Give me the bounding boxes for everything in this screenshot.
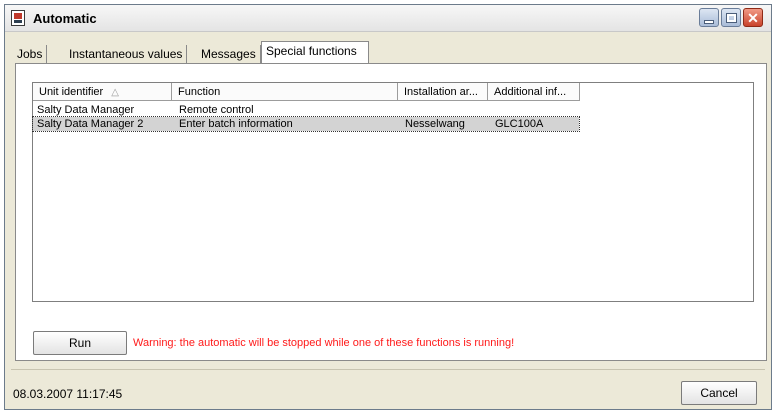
column-function[interactable]: Function	[172, 83, 398, 101]
tab-messages[interactable]: Messages	[197, 45, 261, 63]
title-bar[interactable]: Automatic ✕	[5, 5, 771, 32]
tab-instantaneous-values[interactable]: Instantaneous values	[65, 45, 188, 63]
column-additional-info[interactable]: Additional inf...	[488, 83, 580, 101]
tab-jobs[interactable]: Jobs	[13, 45, 48, 63]
sort-ascending-icon: △	[111, 87, 119, 98]
cancel-button[interactable]: Cancel	[681, 381, 757, 405]
list-header: Unit identifier △ Function Installation a…	[33, 83, 753, 101]
status-datetime: 08.03.2007 11:17:45	[13, 387, 123, 401]
app-window: Automatic ✕ Jobs Instantaneous values Me…	[4, 4, 772, 410]
list-row-selected[interactable]: Salty Data Manager 2 Enter batch informa…	[32, 116, 580, 132]
minimize-button[interactable]	[699, 8, 719, 27]
close-button[interactable]: ✕	[743, 8, 763, 27]
functions-list[interactable]: Unit identifier △ Function Installation a…	[32, 82, 754, 302]
run-button[interactable]: Run	[33, 331, 127, 355]
cell-installation: Nesselwang	[405, 118, 465, 130]
maximize-icon	[725, 12, 737, 23]
special-functions-panel: Unit identifier △ Function Installation a…	[15, 63, 767, 361]
tab-special-functions[interactable]: Special functions	[261, 41, 369, 63]
app-icon	[11, 10, 25, 26]
column-installation-area[interactable]: Installation ar...	[398, 83, 488, 101]
separator	[11, 369, 765, 370]
column-label: Unit identifier	[39, 86, 104, 98]
minimize-icon	[704, 19, 714, 24]
cell-additional: GLC100A	[495, 118, 544, 130]
close-icon: ✕	[747, 9, 759, 26]
warning-message: Warning: the automatic will be stopped w…	[133, 337, 515, 349]
column-unit-identifier[interactable]: Unit identifier △	[33, 83, 172, 101]
cell-unit: Salty Data Manager	[37, 104, 135, 116]
cell-function: Enter batch information	[179, 118, 293, 130]
cell-unit: Salty Data Manager 2	[37, 118, 144, 130]
cell-function: Remote control	[179, 104, 254, 116]
window-title: Automatic	[33, 11, 97, 26]
list-row[interactable]: Salty Data Manager Remote control	[33, 103, 579, 117]
maximize-button[interactable]	[721, 8, 741, 27]
